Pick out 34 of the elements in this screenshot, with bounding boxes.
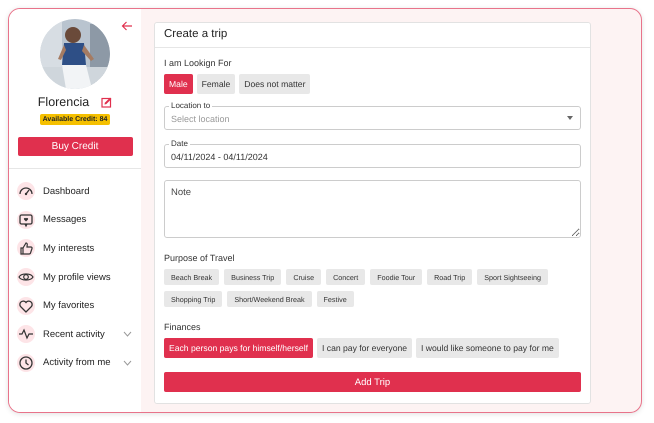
clock-icon (17, 354, 35, 372)
thumbs-up-icon (17, 239, 35, 258)
menu-item[interactable]: My profile views (43, 272, 141, 283)
add-trip-button[interactable]: Add Trip (164, 372, 581, 392)
edit-icon[interactable] (101, 96, 112, 108)
eye-icon (17, 268, 35, 286)
menu-item[interactable]: Dashboard (43, 186, 141, 197)
menu-item[interactable]: Recent activity (43, 328, 115, 340)
option-chip[interactable]: I can pay for everyone (317, 338, 412, 358)
pulse-icon (17, 325, 35, 344)
menu-item[interactable]: My favorites (43, 300, 141, 312)
message-icon (17, 210, 35, 229)
chevron-down-icon[interactable] (123, 331, 132, 338)
dashboard-icon (17, 182, 35, 200)
option-chip[interactable]: Each person pays for himself/herself (164, 338, 313, 358)
field-label: Date (169, 139, 190, 148)
option-chip[interactable]: Male (164, 74, 193, 94)
menu-item[interactable]: Activity from me (43, 357, 115, 368)
menu-item[interactable]: My interests (43, 242, 141, 254)
field-label: Purpose of Travel (164, 253, 236, 263)
profile-name: Florencia (38, 95, 90, 109)
back-arrow-icon[interactable] (121, 21, 133, 31)
note-field[interactable]: Note (164, 180, 581, 238)
field-label: Finances (164, 322, 202, 332)
option-chip[interactable]: Does not matter (239, 74, 310, 94)
menu-item[interactable]: Messages (43, 214, 141, 226)
card-title: Create a trip (155, 23, 590, 48)
caret-icon (567, 116, 573, 120)
buy-credit-button[interactable]: Buy Credit (18, 137, 132, 156)
option-chip[interactable]: I would like someone to pay for me (416, 338, 559, 358)
field-label: Location to (169, 101, 212, 110)
field-label: I am Lookign For (164, 58, 233, 68)
chevron-down-icon[interactable] (123, 360, 132, 366)
option-chip[interactable]: Female (196, 74, 236, 94)
